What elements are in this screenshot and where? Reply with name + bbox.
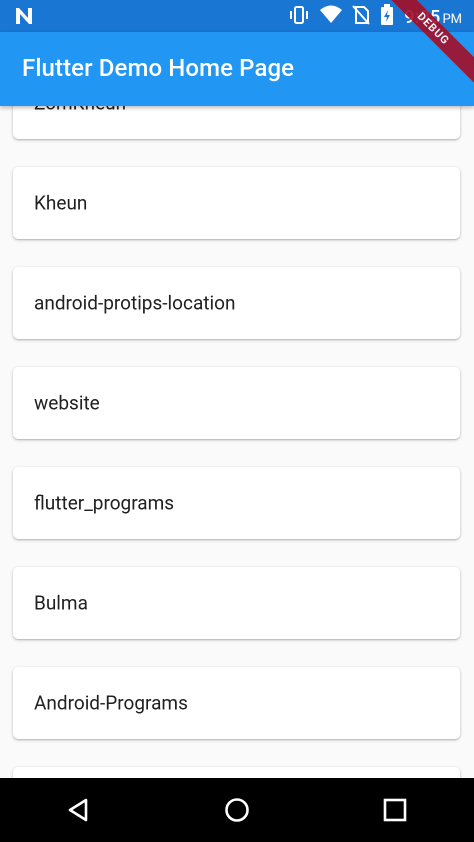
list-item[interactable]: flutter_programs — [13, 467, 460, 539]
list-item-label: flutter_programs — [34, 491, 175, 515]
no-sim-icon — [352, 5, 370, 29]
notification-n-icon — [14, 6, 34, 30]
list-item[interactable]: Kheun — [13, 167, 460, 239]
page-title: Flutter Demo Home Page — [22, 54, 295, 82]
list-item[interactable]: Bulma — [13, 567, 460, 639]
recents-button[interactable] — [365, 780, 425, 840]
home-icon — [225, 798, 249, 822]
list-item-label: website — [34, 391, 100, 415]
recents-icon — [383, 798, 407, 822]
list-item-label: Android-Programs — [34, 691, 188, 715]
wifi-icon — [320, 5, 343, 29]
back-button[interactable] — [49, 780, 109, 840]
app-bar: Flutter Demo Home Page — [0, 32, 474, 106]
back-icon — [68, 798, 88, 822]
list-item-label: ZomKheun — [34, 106, 126, 115]
list-item-label: Bulma — [34, 591, 88, 615]
list-item[interactable]: website — [13, 367, 460, 439]
list-item[interactable]: android-protips-location — [13, 267, 460, 339]
system-nav-bar — [0, 778, 474, 842]
list-item-label: Kheun — [34, 191, 88, 215]
list-item[interactable]: ZomKheun — [13, 106, 460, 139]
vibrate-icon — [288, 4, 310, 30]
list-item-label: android-protips-location — [34, 291, 236, 315]
battery-charging-icon — [380, 4, 394, 30]
home-button[interactable] — [207, 780, 267, 840]
repo-list[interactable]: ZomKheun Kheun android-protips-location … — [0, 106, 474, 778]
list-item[interactable] — [13, 767, 460, 778]
list-item[interactable]: Android-Programs — [13, 667, 460, 739]
